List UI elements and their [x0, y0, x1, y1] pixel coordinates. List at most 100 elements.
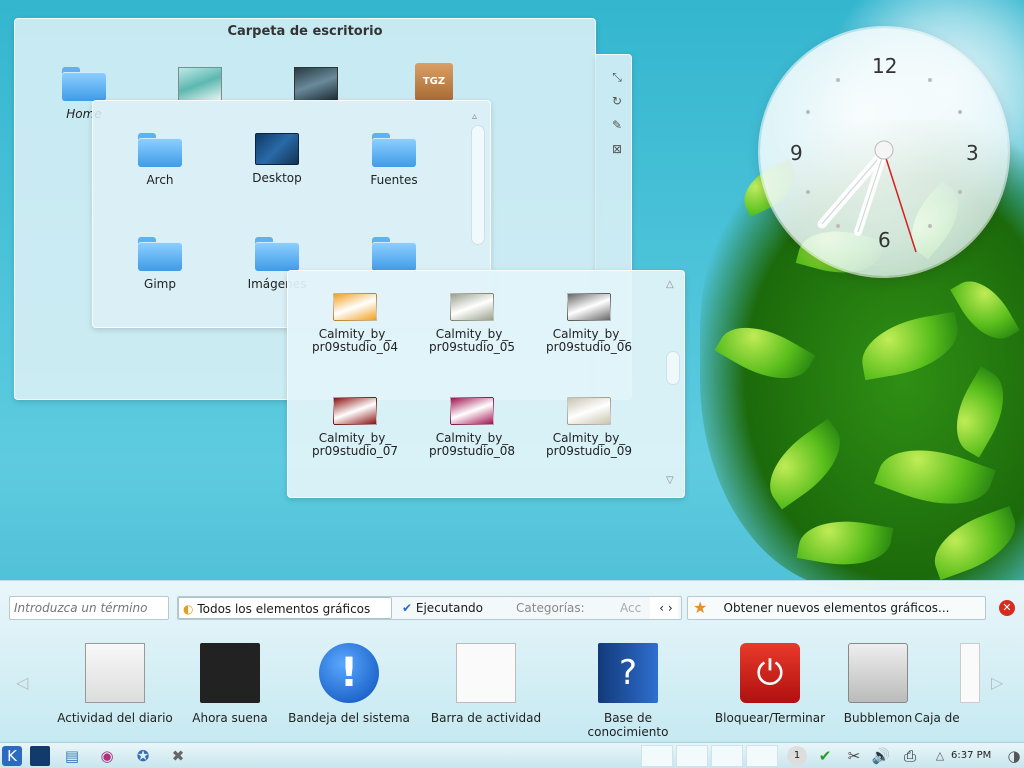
- widget-item-actividad-diario[interactable]: Actividad del diario: [50, 643, 180, 725]
- widget-item-ahora-suena[interactable]: Ahora suena: [165, 643, 295, 725]
- folder-icon: [255, 237, 299, 271]
- folder-item-label: Gimp: [144, 277, 176, 291]
- desktop-folder-item-prueba[interactable]: [145, 67, 255, 104]
- home-folder-item-fuentes[interactable]: Fuentes: [339, 133, 449, 187]
- updates-icon[interactable]: ✔: [815, 746, 835, 766]
- wallpaper-item[interactable]: Calmity_by_ pr09studio_06: [534, 293, 644, 354]
- show-desktop-icon[interactable]: [30, 746, 50, 766]
- home-folder-item-other[interactable]: [339, 237, 449, 274]
- desktop-folder-item-archive[interactable]: TGZ: [379, 63, 489, 101]
- virtual-desktop-3[interactable]: [711, 745, 743, 767]
- folder-icon: [372, 133, 416, 167]
- wallpaper-thumbnail-icon: [567, 397, 611, 425]
- notifications-icon[interactable]: 1: [787, 746, 807, 766]
- tray-expand-icon[interactable]: △: [930, 746, 950, 766]
- file-manager-icon[interactable]: ▤: [62, 746, 82, 766]
- browser-icon[interactable]: ✪: [133, 746, 153, 766]
- desktop-folder-item-kde[interactable]: [261, 67, 371, 104]
- checkmark-icon: ✔: [402, 601, 413, 615]
- widget-box-icon: [960, 643, 980, 703]
- chevron-right-icon[interactable]: ›: [668, 601, 673, 615]
- activity-bar-icon: [456, 643, 516, 703]
- folder-item-label: Desktop: [252, 171, 302, 185]
- wallpaper-item-label: Calmity_by_ pr09studio_05: [429, 327, 515, 354]
- widget-label: Caja de: [914, 711, 960, 725]
- tab-category-acc[interactable]: Acc: [616, 597, 646, 619]
- widget-item-barra-actividad[interactable]: Barra de actividad: [421, 643, 551, 725]
- wallpaper-thumbnail-icon: [333, 397, 377, 425]
- close-explorer-icon[interactable]: ✕: [999, 600, 1015, 616]
- scroll-down-arrow-icon[interactable]: ▽: [666, 475, 674, 486]
- analog-clock-widget[interactable]: 12 3 6 9: [760, 28, 1008, 276]
- widget-explorer: ◐ Todos los elementos gráficos ✔ Ejecuta…: [0, 580, 1024, 742]
- wallpaper-item[interactable]: Calmity_by_ pr09studio_07: [300, 397, 410, 458]
- wallpapers-folder-view[interactable]: Calmity_by_ pr09studio_04 Calmity_by_ pr…: [287, 270, 685, 498]
- widget-item-base-conocimiento[interactable]: ? Base de conocimiento: [563, 643, 693, 739]
- wallpaper-item-label: Calmity_by_ pr09studio_07: [312, 431, 398, 458]
- scroll-left-arrow-icon[interactable]: ◁: [16, 673, 28, 692]
- folder-icon: [372, 237, 416, 271]
- wallpaper-thumbnail-icon: [450, 293, 494, 321]
- tab-running-label: Ejecutando: [415, 601, 484, 615]
- clock-hands: [817, 140, 917, 253]
- folder-icon: [138, 237, 182, 271]
- scroll-right-arrow-icon[interactable]: ▷: [991, 673, 1003, 692]
- widget-search-input[interactable]: [9, 596, 169, 620]
- wallpaper-item[interactable]: Calmity_by_ pr09studio_08: [417, 397, 527, 458]
- resize-icon[interactable]: ⤡: [608, 68, 626, 86]
- wallpaper-item[interactable]: Calmity_by_ pr09studio_04: [300, 293, 410, 354]
- rotate-icon[interactable]: ↻: [608, 92, 626, 110]
- virtual-desktop-2[interactable]: [676, 745, 708, 767]
- tab-all-widgets[interactable]: ◐ Todos los elementos gráficos: [178, 597, 392, 619]
- printer-icon[interactable]: ⎙: [900, 746, 920, 766]
- home-folder-scrollbar[interactable]: [471, 125, 485, 245]
- folder-home-icon: [62, 67, 106, 101]
- home-folder-item-gimp[interactable]: Gimp: [105, 237, 215, 291]
- chevron-left-icon[interactable]: ‹: [659, 601, 664, 615]
- desktop-folder-title: Carpeta de escritorio: [227, 24, 383, 39]
- wallpaper-item[interactable]: Calmity_by_ pr09studio_09: [534, 397, 644, 458]
- panel-toolbox-icon[interactable]: ◑: [1004, 746, 1024, 766]
- widget-label: Bandeja del sistema: [288, 711, 410, 725]
- star-icon: ★: [693, 598, 708, 617]
- clipboard-scissors-icon[interactable]: ✂: [844, 746, 864, 766]
- wallpaper-item-label: Calmity_by_ pr09studio_08: [429, 431, 515, 458]
- photo-icon: [178, 67, 222, 101]
- tab-running[interactable]: ✔ Ejecutando: [398, 597, 498, 619]
- close-icon[interactable]: ⊠: [608, 140, 626, 158]
- virtual-desktop-1[interactable]: [641, 745, 673, 767]
- home-folder-item-arch[interactable]: Arch: [105, 133, 215, 187]
- wallpaper-item[interactable]: Calmity_by_ pr09studio_05: [417, 293, 527, 354]
- folder-item-label: Arch: [146, 173, 174, 187]
- kde-launcher-icon[interactable]: K: [2, 746, 22, 766]
- wallpaper-item-label: Calmity_by_ pr09studio_06: [546, 327, 632, 354]
- wallpapers-scrollbar[interactable]: [666, 351, 680, 385]
- widget-label: Barra de actividad: [430, 711, 542, 725]
- folder-icon: [138, 133, 182, 167]
- widget-item-caja[interactable]: Caja de: [892, 643, 982, 725]
- wallpaper-thumbnail-icon: [567, 293, 611, 321]
- volume-icon[interactable]: 🔊: [871, 746, 891, 766]
- home-folder-item-desktop[interactable]: Desktop: [222, 133, 332, 185]
- desktop-icon: [255, 133, 299, 165]
- virtual-desktop-4[interactable]: [746, 745, 778, 767]
- newspaper-icon: [85, 643, 145, 703]
- tools-icon[interactable]: ✖: [168, 746, 188, 766]
- widget-label: Ahora suena: [192, 711, 268, 725]
- info-exclamation-icon: !: [319, 643, 379, 703]
- music-clapper-icon: [200, 643, 260, 703]
- widget-item-bandeja-sistema[interactable]: ! Bandeja del sistema: [284, 643, 414, 725]
- all-widgets-icon: ◐: [183, 602, 194, 616]
- scroll-up-arrow-icon[interactable]: △: [666, 279, 674, 290]
- taskbar-clock[interactable]: 6:37 PM: [951, 743, 991, 768]
- get-new-widgets-button[interactable]: ★ Obtener nuevos elementos gráficos...: [687, 596, 986, 620]
- wallpaper-item-label: Calmity_by_ pr09studio_09: [546, 431, 632, 458]
- categories-label: Categorías:: [516, 601, 585, 615]
- wallpaper-thumbnail-icon: [450, 397, 494, 425]
- settings-wrench-icon[interactable]: ✎: [608, 116, 626, 134]
- category-scroll-arrows[interactable]: ‹ ›: [650, 597, 678, 619]
- tab-all-widgets-label: Todos los elementos gráficos: [197, 602, 371, 616]
- scroll-up-arrow-icon[interactable]: ▵: [472, 111, 477, 122]
- power-icon: ⏻: [740, 643, 800, 703]
- eye-icon[interactable]: ◉: [97, 746, 117, 766]
